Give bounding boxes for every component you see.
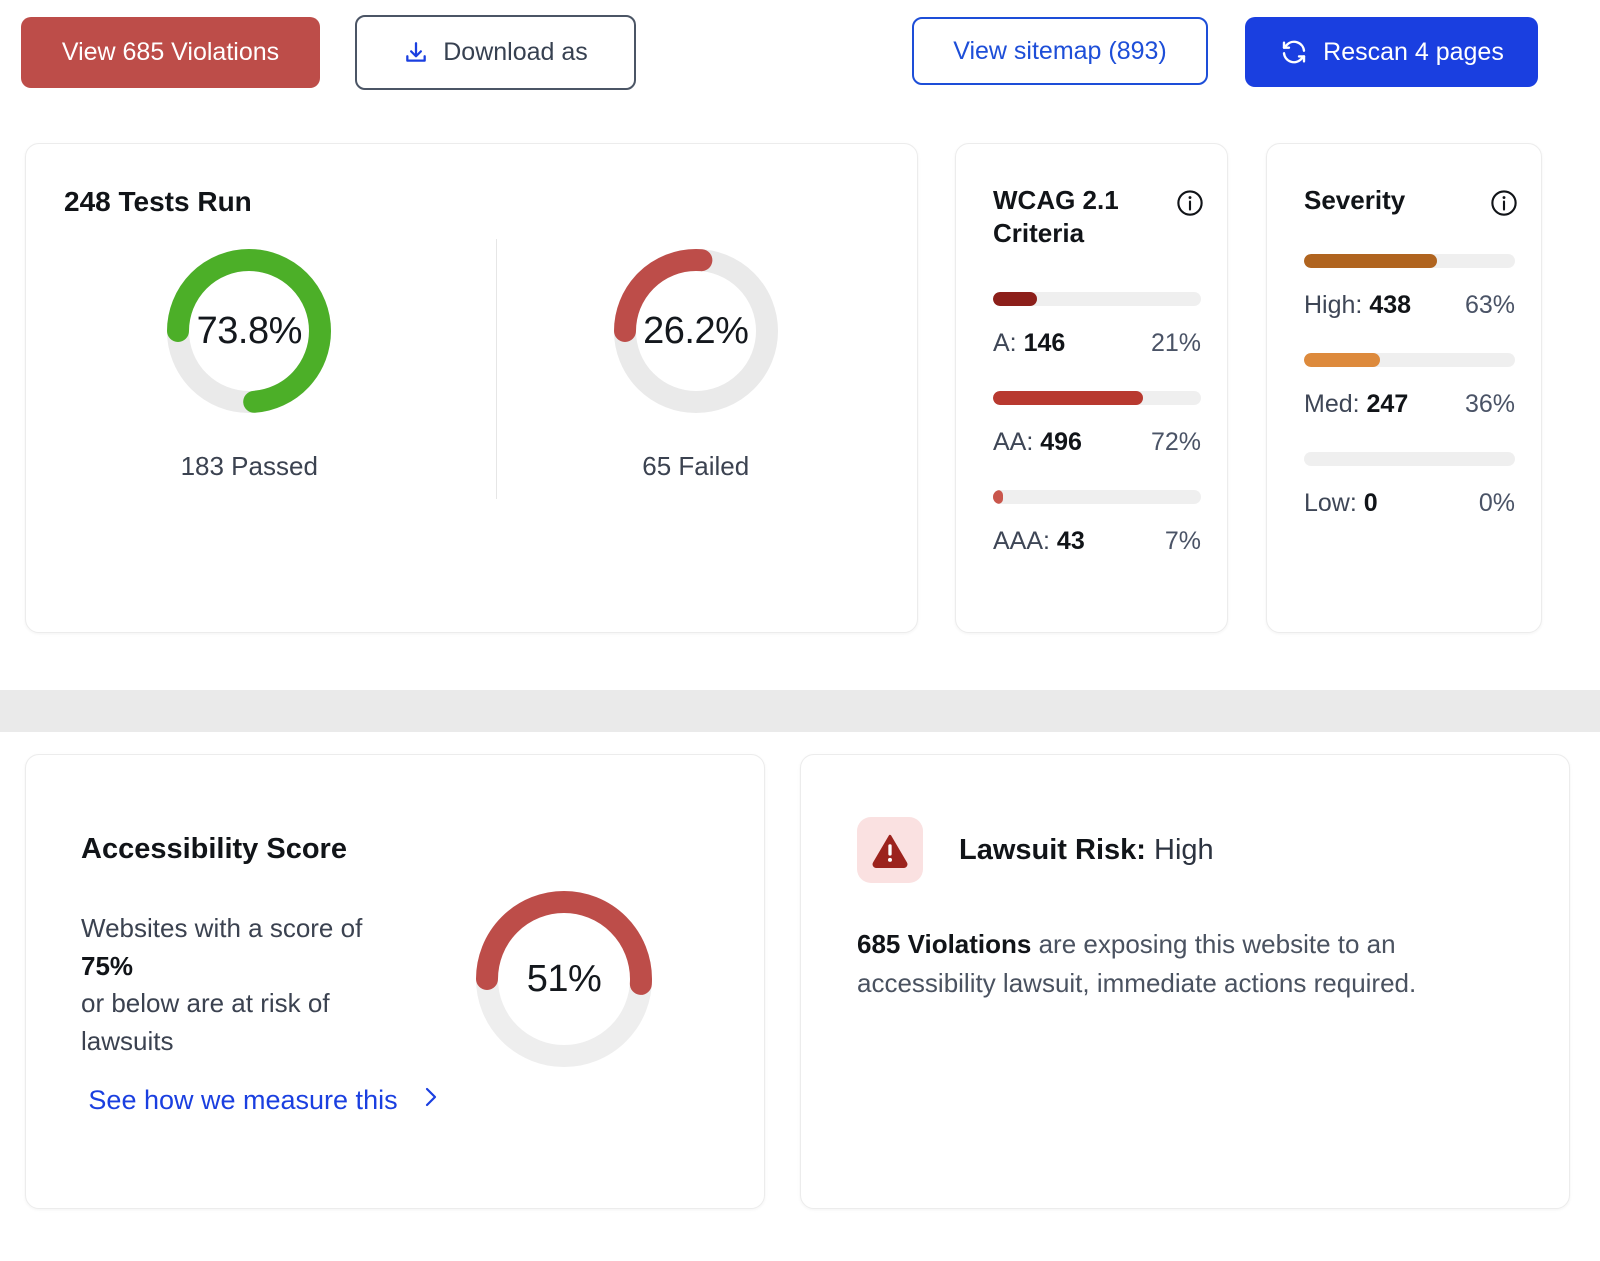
rescan-pages-label: Rescan 4 pages [1323, 38, 1504, 67]
wcag-card-header: WCAG 2.1 Criteria [993, 184, 1205, 249]
passed-percent-label: 73.8% [157, 239, 341, 423]
warning-triangle-icon [857, 817, 923, 883]
rescan-pages-button[interactable]: Rescan 4 pages [1245, 17, 1538, 87]
stat-percent: 0% [1479, 489, 1515, 518]
wcag-card-title: WCAG 2.1 Criteria [993, 184, 1158, 249]
stat-value: 438 [1369, 291, 1411, 319]
passed-caption: 183 Passed [181, 451, 318, 482]
lawsuit-risk-header: Lawsuit Risk: High [857, 817, 1214, 883]
severity-rows: High: 438 63% Med: 247 36% Low: 0 0% [1304, 254, 1515, 551]
stat-label: AA: 496 [993, 428, 1082, 457]
stat-line: Med: 247 36% [1304, 390, 1515, 419]
measure-link-row[interactable]: See how we measure this [81, 1082, 441, 1120]
download-as-label: Download as [443, 38, 588, 67]
download-icon [403, 40, 429, 66]
stat-row: AAA: 43 7% [993, 490, 1201, 556]
stat-line: High: 438 63% [1304, 291, 1515, 320]
stat-row: Med: 247 36% [1304, 353, 1515, 419]
lawsuit-risk-title: Lawsuit Risk: High [959, 834, 1214, 867]
tests-passed-group: 73.8% 183 Passed [26, 239, 473, 482]
view-sitemap-button[interactable]: View sitemap (893) [912, 17, 1208, 85]
stat-percent: 36% [1465, 390, 1515, 419]
wcag-criteria-card: WCAG 2.1 Criteria A: 146 21% AA: 496 72% AAA… [955, 143, 1228, 633]
score-copy-line2: or below are at risk of lawsuits [81, 988, 330, 1056]
progress-fill [1304, 254, 1437, 268]
lawsuit-risk-violations-count: 685 Violations [857, 929, 1031, 959]
stat-line: AAA: 43 7% [993, 527, 1201, 556]
stat-line: Low: 0 0% [1304, 489, 1515, 518]
accessibility-score-copy: Websites with a score of 75% or below ar… [81, 910, 411, 1061]
stat-percent: 7% [1165, 527, 1201, 556]
progress-track [993, 490, 1201, 504]
progress-track [1304, 353, 1515, 367]
tests-run-card: 248 Tests Run 73.8% 183 Passed [25, 143, 918, 633]
severity-card-header: Severity [1304, 184, 1519, 218]
stat-label: Med: 247 [1304, 390, 1408, 419]
score-copy-threshold: 75% [81, 951, 133, 981]
score-copy-line1: Websites with a score of [81, 913, 362, 943]
refresh-icon [1279, 37, 1309, 67]
stat-line: AA: 496 72% [993, 428, 1201, 457]
view-violations-button[interactable]: View 685 Violations [21, 17, 320, 88]
severity-card-title: Severity [1304, 184, 1405, 217]
action-toolbar: View 685 Violations Download as View sit… [0, 0, 1600, 112]
stat-row: A: 146 21% [993, 292, 1201, 358]
progress-track [993, 292, 1201, 306]
failed-caption: 65 Failed [642, 451, 749, 482]
passed-donut-chart: 73.8% [157, 239, 341, 423]
stat-line: A: 146 21% [993, 329, 1201, 358]
stat-value: 247 [1367, 390, 1409, 418]
info-icon[interactable] [1175, 188, 1205, 218]
stat-value: 496 [1040, 428, 1082, 456]
section-divider [0, 690, 1600, 732]
failed-percent-label: 26.2% [604, 239, 788, 423]
progress-track [1304, 452, 1515, 466]
stat-value: 43 [1057, 527, 1085, 555]
tests-run-title: 248 Tests Run [64, 186, 252, 218]
progress-fill [993, 490, 1003, 504]
stat-value: 0 [1364, 489, 1378, 517]
progress-track [993, 391, 1201, 405]
wcag-rows: A: 146 21% AA: 496 72% AAA: 43 7% [993, 292, 1201, 589]
lawsuit-risk-body: 685 Violations are exposing this website… [857, 925, 1457, 1003]
accessibility-score-title: Accessibility Score [81, 833, 347, 866]
stat-row: High: 438 63% [1304, 254, 1515, 320]
progress-fill [993, 391, 1143, 405]
lawsuit-risk-value: High [1146, 834, 1214, 866]
progress-fill [1304, 353, 1380, 367]
tests-failed-group: 26.2% 65 Failed [473, 239, 920, 482]
severity-card: Severity High: 438 63% Med: 247 36% Low: 0 0% [1266, 143, 1542, 633]
stat-row: Low: 0 0% [1304, 452, 1515, 518]
stat-label: A: 146 [993, 329, 1065, 358]
dashboard-page: View 685 Violations Download as View sit… [0, 0, 1600, 1261]
see-how-we-measure-link[interactable]: See how we measure this [81, 1082, 405, 1120]
stat-percent: 21% [1151, 329, 1201, 358]
stat-row: AA: 496 72% [993, 391, 1201, 457]
progress-track [1304, 254, 1515, 268]
lawsuit-risk-card: Lawsuit Risk: High 685 Violations are ex… [800, 754, 1570, 1209]
chevron-right-icon[interactable] [421, 1082, 441, 1120]
stat-percent: 63% [1465, 291, 1515, 320]
stat-label: High: 438 [1304, 291, 1411, 320]
download-as-button[interactable]: Download as [355, 15, 636, 90]
stat-label: Low: 0 [1304, 489, 1378, 518]
view-sitemap-label: View sitemap (893) [953, 37, 1167, 66]
stat-percent: 72% [1151, 428, 1201, 457]
lawsuit-risk-label: Lawsuit Risk: [959, 834, 1146, 866]
info-icon[interactable] [1489, 188, 1519, 218]
accessibility-score-donut: 51% [465, 880, 663, 1078]
tests-run-body: 73.8% 183 Passed 26.2% 65 Failed [26, 239, 919, 539]
view-violations-label: View 685 Violations [62, 38, 279, 67]
failed-donut-chart: 26.2% [604, 239, 788, 423]
accessibility-score-percent: 51% [465, 880, 663, 1078]
progress-fill [993, 292, 1037, 306]
stat-label: AAA: 43 [993, 527, 1085, 556]
stat-value: 146 [1024, 329, 1066, 357]
